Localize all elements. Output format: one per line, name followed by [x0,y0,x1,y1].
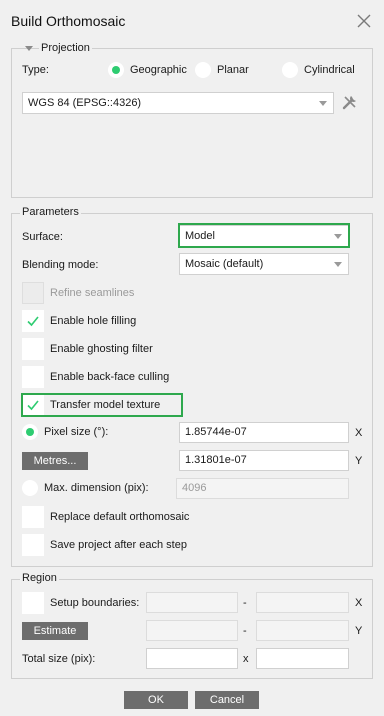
radio-geographic[interactable] [108,62,124,78]
save-project-label: Save project after each step [50,539,187,551]
collapse-arrow-icon[interactable] [24,44,34,56]
boundary-y-max-input[interactable] [256,620,349,641]
radio-cylindrical-label: Cylindrical [304,64,355,76]
axis-y-label: Y [355,625,363,637]
region-group-label: Region [20,572,59,584]
max-dimension-label: Max. dimension (pix): [44,482,149,494]
crs-select-value: WGS 84 (EPSG::4326) [28,97,142,109]
dash-label: - [243,625,247,637]
close-icon[interactable] [356,13,372,29]
total-size-label: Total size (pix): [22,653,96,665]
blending-mode-value: Mosaic (default) [185,258,264,270]
pixel-size-x-input[interactable]: 1.85744e-07 [179,422,349,443]
max-dimension-input[interactable]: 4096 [176,478,349,499]
max-dimension-radio[interactable] [22,480,38,496]
pixel-size-y-input[interactable]: 1.31801e-07 [179,450,349,471]
ghosting-filter-checkbox[interactable] [22,338,44,360]
estimate-button[interactable]: Estimate [22,622,88,640]
parameters-group-label: Parameters [20,206,81,218]
dash-label: - [243,597,247,609]
projection-group-label: Projection [39,42,92,54]
ok-button[interactable]: OK [124,691,188,709]
refine-seamlines-label: Refine seamlines [50,287,135,299]
radio-cylindrical[interactable] [282,62,298,78]
pixel-size-label: Pixel size (°): [44,426,109,438]
tools-icon[interactable] [341,93,359,114]
replace-default-label: Replace default orthomosaic [50,511,190,523]
total-size-width-input[interactable] [146,648,238,669]
pixel-size-radio[interactable] [22,424,38,440]
radio-geographic-label: Geographic [130,64,187,76]
check-icon [27,316,39,327]
chevron-down-icon [319,101,327,106]
axis-x-label: X [355,597,363,609]
axis-y-label: Y [355,455,363,467]
times-label: x [243,653,249,665]
hole-filling-label: Enable hole filling [50,315,137,327]
axis-x-label: X [355,427,363,439]
radio-planar-label: Planar [217,64,249,76]
radio-planar[interactable] [195,62,211,78]
transfer-texture-highlight [21,393,183,417]
chevron-down-icon [334,262,342,267]
window-title: Build Orthomosaic [11,13,126,29]
surface-label: Surface: [22,231,63,243]
total-size-height-input[interactable] [256,648,349,669]
boundary-x-min-input[interactable] [146,592,238,613]
surface-highlight [178,223,350,248]
boundary-x-max-input[interactable] [256,592,349,613]
backface-culling-label: Enable back-face culling [50,371,170,383]
setup-boundaries-checkbox[interactable] [22,592,44,614]
crs-select[interactable]: WGS 84 (EPSG::4326) [22,92,334,114]
boundary-y-min-input[interactable] [146,620,238,641]
metres-button[interactable]: Metres... [22,452,88,470]
blending-mode-label: Blending mode: [22,259,99,271]
setup-boundaries-label: Setup boundaries: [50,597,140,609]
save-project-checkbox[interactable] [22,534,44,556]
cancel-button[interactable]: Cancel [195,691,259,709]
hole-filling-checkbox[interactable] [22,310,44,332]
refine-seamlines-checkbox[interactable] [22,282,44,304]
backface-culling-checkbox[interactable] [22,366,44,388]
replace-default-checkbox[interactable] [22,506,44,528]
type-label: Type: [22,64,49,76]
blending-mode-select[interactable]: Mosaic (default) [179,253,349,275]
ghosting-filter-label: Enable ghosting filter [50,343,153,355]
